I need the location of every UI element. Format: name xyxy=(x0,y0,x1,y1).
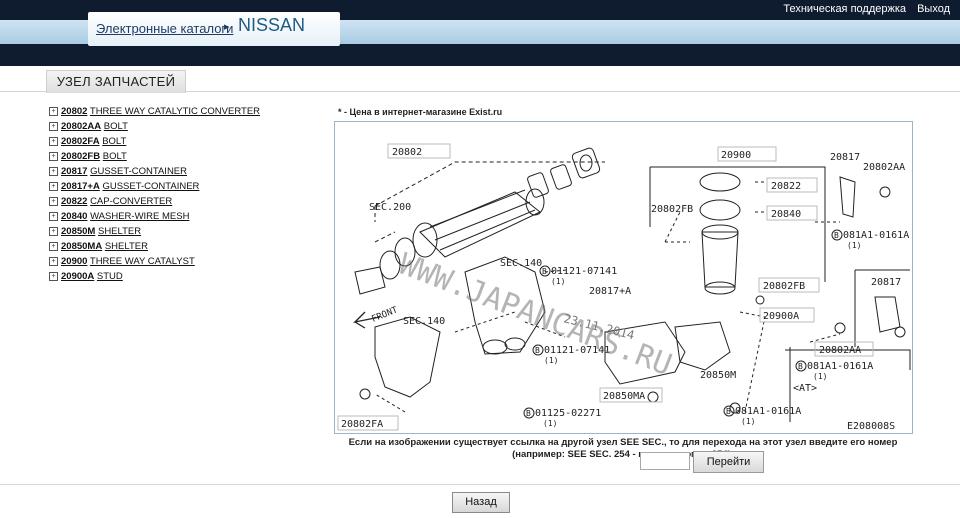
diagram-label-bolt1-code: 01121-07141 xyxy=(551,266,617,277)
diagram-label-20900: 20900 xyxy=(721,150,751,161)
diagram-label-bolt6-qty: (1) xyxy=(741,417,755,426)
diagram-label-20802aa-right: 20802AA xyxy=(819,345,861,356)
expand-icon[interactable]: + xyxy=(49,137,58,146)
price-note: * - Цена в интернет-магазине Exist.ru xyxy=(338,107,503,117)
expand-icon[interactable]: + xyxy=(49,257,58,266)
support-link[interactable]: Техническая поддержка xyxy=(783,3,906,15)
diagram-label-at: <AT> xyxy=(793,383,817,394)
diagram-label-20802aa-top: 20802AA xyxy=(863,162,905,173)
expand-icon[interactable]: + xyxy=(49,182,58,191)
bolt-icon: B xyxy=(542,267,547,276)
diagram-label-bolt4-code: 081A1-0161A xyxy=(843,230,909,241)
diagram-label-20802fb-b: 20802FB xyxy=(763,281,805,292)
diagram-label-20817-right: 20817 xyxy=(871,277,901,288)
diagram-label-bolt5-qty: (1) xyxy=(813,372,827,381)
diagram-label-20802fa: 20802FA xyxy=(341,419,383,430)
diagram-label-sec200: SEC.200 xyxy=(369,202,411,213)
expand-icon[interactable]: + xyxy=(49,122,58,131)
breadcrumb-arrow-icon: ▸ xyxy=(224,21,230,33)
logout-link[interactable]: Выход xyxy=(917,3,950,15)
diagram-svg: 20802 SEC.200 SEC.140 SEC.140 FRONT 2080… xyxy=(337,143,911,432)
diagram-label-bolt3-qty: (1) xyxy=(543,419,557,428)
parts-list: +20802 THREE WAY CATALYTIC CONVERTER +20… xyxy=(49,104,260,284)
diagram-label-bolt2-qty: (1) xyxy=(544,356,558,365)
diagram-label-20802: 20802 xyxy=(392,147,422,158)
list-item[interactable]: +20900A STUD xyxy=(49,269,260,284)
breadcrumb-catalogs-link[interactable]: Электронные каталоги xyxy=(96,21,233,36)
list-item[interactable]: +20802FB BOLT xyxy=(49,149,260,164)
go-button[interactable]: Перейти xyxy=(693,451,764,473)
diagram-label-sec140-a: SEC.140 xyxy=(500,258,542,269)
diagram-label-20900a: 20900A xyxy=(763,311,799,322)
list-item[interactable]: +20817+A GUSSET-CONTAINER xyxy=(49,179,260,194)
diagram-label-20850m: 20850M xyxy=(700,370,736,381)
expand-icon[interactable]: + xyxy=(49,212,58,221)
diagram-label-bolt3-code: 01125-02271 xyxy=(535,408,601,419)
diagram-figure-code: E208008S xyxy=(847,421,895,432)
list-item[interactable]: +20822 CAP-CONVERTER xyxy=(49,194,260,209)
list-item[interactable]: +20802AA BOLT xyxy=(49,119,260,134)
diagram-label-bolt6-code: 081A1-0161A xyxy=(735,406,801,417)
see-sec-hint: Если на изображении существует ссылка на… xyxy=(348,437,898,460)
diagram-label-bolt4-qty: (1) xyxy=(847,241,861,250)
diagram-label-20817a: 20817+A xyxy=(589,286,631,297)
section-number-input[interactable] xyxy=(640,452,690,470)
breadcrumb-brand: NISSAN xyxy=(238,15,306,35)
expand-icon[interactable]: + xyxy=(49,152,58,161)
diagram-label-sec140-b: SEC.140 xyxy=(403,316,445,327)
list-item[interactable]: +20850MA SHELTER xyxy=(49,239,260,254)
back-button[interactable]: Назад xyxy=(452,492,510,513)
list-item[interactable]: +20840 WASHER-WIRE MESH xyxy=(49,209,260,224)
tab-parts-assembly[interactable]: УЗЕЛ ЗАПЧАСТЕЙ xyxy=(46,70,186,93)
diagram-label-20850ma: 20850MA xyxy=(603,391,645,402)
list-item[interactable]: +20850M SHELTER xyxy=(49,224,260,239)
expand-icon[interactable]: + xyxy=(49,107,58,116)
list-item[interactable]: +20900 THREE WAY CATALYST xyxy=(49,254,260,269)
list-item[interactable]: +20802FA BOLT xyxy=(49,134,260,149)
footer-divider xyxy=(0,484,960,485)
expand-icon[interactable]: + xyxy=(49,167,58,176)
diagram-label-front: FRONT xyxy=(370,305,399,325)
diagram-label-20822: 20822 xyxy=(771,181,801,192)
diagram-label-20817-top: 20817 xyxy=(830,152,860,163)
expand-icon[interactable]: + xyxy=(49,242,58,251)
expand-icon[interactable]: + xyxy=(49,197,58,206)
diagram-label-20802fb-a: 20802FB xyxy=(651,204,693,215)
diagram-label-bolt1-qty: (1) xyxy=(551,277,565,286)
expand-icon[interactable]: + xyxy=(49,227,58,236)
bolt-icon: B xyxy=(726,407,731,416)
parts-diagram[interactable]: 20802 SEC.200 SEC.140 SEC.140 FRONT 2080… xyxy=(334,121,913,434)
diagram-label-bolt5-code: 081A1-0161A xyxy=(807,361,873,372)
bolt-icon: B xyxy=(526,409,531,418)
list-item[interactable]: +20802 THREE WAY CATALYTIC CONVERTER xyxy=(49,104,260,119)
diagram-label-20840: 20840 xyxy=(771,209,801,220)
top-links: Техническая поддержка Выход xyxy=(775,3,950,15)
bolt-icon: B xyxy=(535,346,540,355)
bolt-icon: B xyxy=(798,362,803,371)
list-item[interactable]: +20817 GUSSET-CONTAINER xyxy=(49,164,260,179)
expand-icon[interactable]: + xyxy=(49,272,58,281)
bolt-icon: B xyxy=(834,231,839,240)
